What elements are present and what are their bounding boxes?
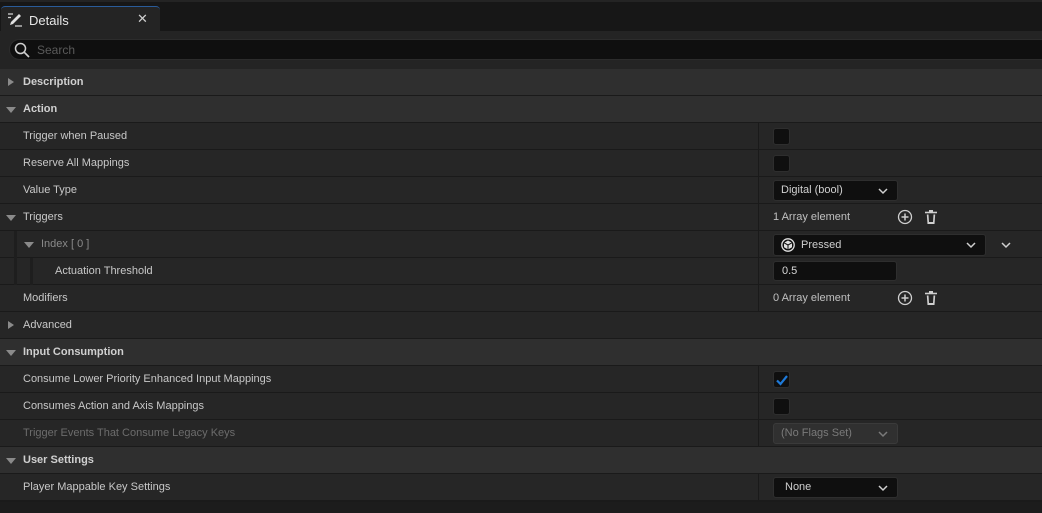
chevron-down-icon [878,188,888,195]
property-label: Consume Lower Priority Enhanced Input Ma… [23,373,272,385]
tab-details[interactable]: Details ✕ [1,6,160,33]
pressed-trigger-icon [781,238,795,252]
collapse-arrow-icon[interactable] [6,215,16,221]
property-row-triggers: Triggers 1 Array element [0,204,1042,231]
add-circle-icon[interactable] [897,290,913,306]
property-label: Reserve All Mappings [23,157,130,169]
property-row-actuation-threshold: Actuation Threshold [0,258,1042,285]
expand-arrow-icon[interactable] [8,78,14,86]
trigger-when-paused-checkbox[interactable] [773,128,790,145]
indent-guide [30,258,33,285]
value-cell: 1 Array element [758,204,1042,230]
dropdown-value: Digital (bool) [781,184,843,196]
dropdown-value: Pressed [801,239,842,251]
panel-bottom [0,502,1042,513]
close-icon[interactable]: ✕ [137,11,148,27]
value-cell [758,123,1042,149]
value-cell: (No Flags Set) [758,420,1042,446]
collapse-arrow-icon[interactable] [24,242,34,248]
value-cell: None [758,474,1042,500]
details-property-list: Description Action Trigger when Paused R… [0,69,1042,501]
trigger-class-dropdown[interactable]: Pressed [773,234,986,256]
property-row-value-type: Value Type Digital (bool) [0,177,1042,204]
value-cell [758,150,1042,176]
indent-guide [14,258,17,285]
actuation-threshold-input[interactable] [773,261,897,281]
tab-title: Details [29,13,69,28]
property-label: Trigger when Paused [23,130,128,142]
value-cell: Digital (bool) [758,177,1042,203]
trigger-events-legacy-dropdown[interactable]: (No Flags Set) [773,423,898,444]
property-label: Triggers [23,211,63,223]
search-icon [14,42,30,58]
category-label: Input Consumption [23,346,124,358]
property-label: Player Mappable Key Settings [23,481,171,493]
checkmark-icon [776,375,788,386]
category-label: User Settings [23,454,94,466]
category-input-consumption[interactable]: Input Consumption [0,339,1042,366]
value-type-dropdown[interactable]: Digital (bool) [773,180,898,201]
chevron-down-icon [966,242,976,249]
trash-icon[interactable] [923,290,939,306]
property-label: Advanced [23,319,72,331]
consumes-action-axis-checkbox[interactable] [773,398,790,415]
property-label: Trigger Events That Consume Legacy Keys [23,427,236,439]
array-count: 0 Array element [773,292,851,304]
player-mappable-key-settings-dropdown[interactable]: None [773,477,898,498]
search-box[interactable] [9,39,1042,60]
details-pencil-icon [7,12,23,28]
category-action[interactable]: Action [0,96,1042,123]
property-row-trigger-events-legacy: Trigger Events That Consume Legacy Keys … [0,420,1042,447]
indent-guide [14,231,17,258]
property-row-trigger-when-paused: Trigger when Paused [0,123,1042,150]
element-options-chevron-icon[interactable] [1000,239,1012,251]
search-input[interactable] [37,41,937,59]
search-bar [0,31,1042,69]
property-label: Modifiers [23,292,68,304]
property-row-advanced[interactable]: Advanced [0,312,1042,339]
chevron-down-icon [878,431,888,438]
trash-icon[interactable] [923,209,939,225]
category-description[interactable]: Description [0,69,1042,96]
chevron-down-icon [878,485,888,492]
expand-arrow-icon[interactable] [8,321,14,329]
property-row-reserve-all-mappings: Reserve All Mappings [0,150,1042,177]
array-count: 1 Array element [773,211,851,223]
collapse-arrow-icon[interactable] [6,350,16,356]
property-label: Consumes Action and Axis Mappings [23,400,204,412]
collapse-arrow-icon[interactable] [6,107,16,113]
reserve-all-mappings-checkbox[interactable] [773,155,790,172]
consume-lower-priority-checkbox[interactable] [773,371,790,388]
property-label: Actuation Threshold [55,265,153,277]
dropdown-value: (No Flags Set) [781,427,852,439]
value-cell [758,366,1042,392]
array-index-label: Index [ 0 ] [41,238,90,250]
collapse-arrow-icon[interactable] [6,458,16,464]
property-row-consume-lower-priority: Consume Lower Priority Enhanced Input Ma… [0,366,1042,393]
value-cell [758,258,1042,284]
property-row-trigger-index-0: Index [ 0 ] Pressed [0,231,1042,258]
tab-bar: Details ✕ [0,2,1042,33]
category-label: Action [23,103,58,115]
value-cell: 0 Array element [758,285,1042,311]
value-cell: Pressed [758,231,1042,257]
property-label: Value Type [23,184,78,196]
category-user-settings[interactable]: User Settings [0,447,1042,474]
dropdown-value: None [785,481,812,493]
category-label: Description [23,76,84,88]
property-row-modifiers: Modifiers 0 Array element [0,285,1042,312]
property-row-player-mappable-key-settings: Player Mappable Key Settings None [0,474,1042,501]
property-row-consumes-action-axis: Consumes Action and Axis Mappings [0,393,1042,420]
value-cell [758,393,1042,419]
add-circle-icon[interactable] [897,209,913,225]
